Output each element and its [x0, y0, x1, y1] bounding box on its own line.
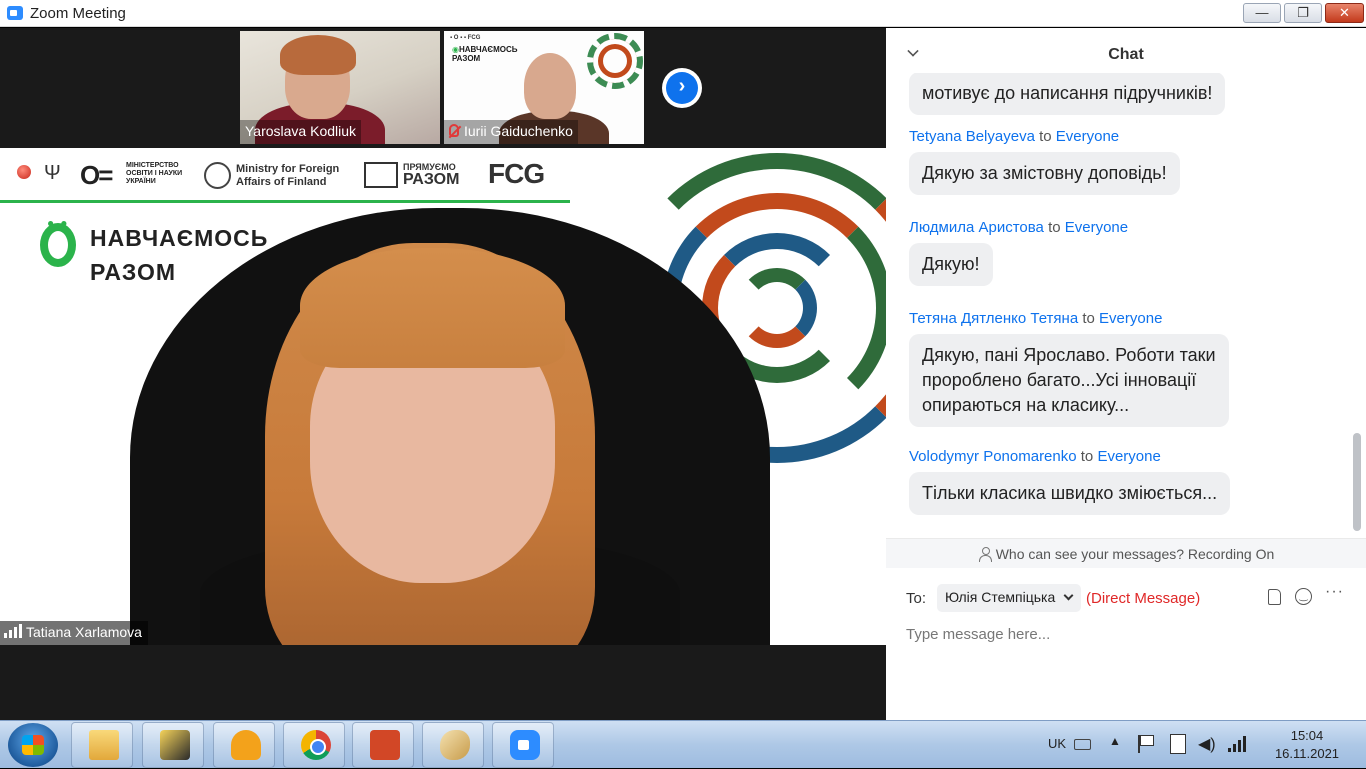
chat-scrollbar[interactable] — [1352, 86, 1362, 541]
device-icon[interactable] — [1170, 734, 1186, 754]
slide-banner: ▪ O ▪ ▪ FCG — [450, 35, 481, 41]
more-options-icon[interactable]: ··· — [1325, 583, 1344, 601]
volume-icon[interactable]: ◀) — [1198, 734, 1216, 754]
chat-message: Тетяна Дятленко Тетяна to Everyone Дякую… — [909, 310, 1229, 427]
taskbar-chrome[interactable] — [283, 722, 345, 768]
taskbar-paint[interactable] — [422, 722, 484, 768]
ministry-logo-icon: O= — [80, 160, 113, 190]
keyboard-icon[interactable] — [1074, 739, 1091, 750]
participant-name-label: Yaroslava Kodliuk — [240, 120, 362, 144]
message-header: Тетяна Дятленко Тетяна to Everyone — [909, 310, 1163, 327]
taskbar-file-explorer[interactable] — [71, 722, 133, 768]
zoom-logo-icon — [7, 6, 23, 20]
brand-logo-icon — [40, 223, 76, 267]
active-speaker-video: Ψ O= МІНІСТЕРСТВО ОСВІТИ І НАУКИ УКРАЇНИ… — [0, 148, 886, 645]
participant-hair — [280, 35, 356, 75]
taskbar-app[interactable] — [142, 722, 204, 768]
scrollbar-thumb[interactable] — [1353, 433, 1361, 531]
chrome-icon — [301, 730, 331, 760]
folder-icon — [89, 730, 119, 760]
taskbar: UK ▲ ◀) 15:04 16.11.2021 — [0, 720, 1366, 768]
finland-logo-text: Ministry for Foreign Affairs of Finland — [236, 163, 340, 188]
mic-muted-icon — [449, 124, 459, 137]
message-bubble[interactable]: Дякую, пані Ярославо. Роботи таки пророб… — [909, 334, 1229, 427]
chat-header: Chat — [886, 28, 1366, 73]
chat-message: Tetyana Belyayeva to Everyone Дякую за з… — [909, 128, 1180, 195]
participant-name-label: Iurii Gaiduchenko — [444, 120, 578, 144]
chat-message: мотивує до написання підручників! — [909, 73, 1226, 115]
slide-divider — [0, 200, 570, 203]
privacy-notice[interactable]: Who can see your messages? Recording On — [886, 538, 1366, 568]
speaker-name-label: Tatiana Xarlamova — [0, 621, 148, 645]
taskbar-powerpoint[interactable] — [352, 722, 414, 768]
participant-video-thumbnail[interactable]: ▪ O ▪ ▪ FCG ◉НАВЧАЄМОСЬ РАЗОМ Iurii Gaid… — [444, 31, 644, 144]
app-icon — [160, 730, 190, 760]
maximize-button[interactable]: ❐ — [1284, 3, 1322, 23]
zoom-icon — [510, 730, 540, 760]
video-area: Yaroslava Kodliuk ▪ O ▪ ▪ FCG ◉НАВЧАЄМОС… — [0, 28, 886, 720]
message-bubble[interactable]: Дякую! — [909, 243, 993, 286]
participant-face — [524, 53, 576, 119]
chat-messages: мотивує до написання підручників! Tetyan… — [886, 73, 1366, 538]
chat-message: Людмила Аристова to Everyone Дякую! — [909, 219, 1128, 286]
fcg-logo: FCG — [488, 158, 545, 189]
message-bubble[interactable]: мотивує до написання підручників! — [909, 73, 1226, 115]
emoji-icon[interactable]: ‿ — [1295, 588, 1312, 605]
action-center-flag-icon[interactable] — [1138, 735, 1154, 753]
spiral-graphic — [587, 33, 643, 89]
message-bubble[interactable]: Дякую за змістовну доповідь! — [909, 152, 1180, 195]
message-header: Людмила Аристова to Everyone — [909, 219, 1129, 236]
taskbar-pdf[interactable] — [213, 722, 275, 768]
show-hidden-icons-icon[interactable]: ▲ — [1109, 734, 1121, 748]
minimize-button[interactable]: — — [1243, 3, 1281, 23]
title-bar: Zoom Meeting — ❐ ✕ — [0, 0, 1366, 27]
paint-icon — [440, 730, 470, 760]
language-indicator[interactable]: UK — [1048, 736, 1066, 751]
powerpoint-icon — [370, 730, 400, 760]
eu-flag-icon — [364, 162, 398, 188]
connection-signal-icon — [4, 624, 22, 638]
pdf-icon — [231, 730, 261, 760]
taskbar-zoom[interactable] — [492, 722, 554, 768]
user-icon — [978, 547, 992, 562]
slide-brand-logo: ◉НАВЧАЄМОСЬ РАЗОМ — [452, 45, 518, 63]
recipient-dropdown[interactable]: Юлія Стемпіцька — [937, 584, 1082, 612]
finland-emblem-icon — [204, 162, 231, 189]
chat-compose: To: Юлія Стемпіцька (Direct Message) ‿ ·… — [886, 578, 1366, 720]
pryamuemo-logo: ПРЯМУЄМО РАЗОМ — [403, 162, 460, 188]
trident-emblem-icon: Ψ — [44, 162, 61, 184]
recording-icon — [17, 165, 31, 179]
network-signal-icon[interactable] — [1228, 736, 1246, 752]
close-button[interactable]: ✕ — [1325, 3, 1364, 23]
file-icon[interactable] — [1268, 589, 1281, 605]
system-tray: UK ▲ ◀) 15:04 16.11.2021 — [1040, 721, 1366, 769]
clock[interactable]: 15:04 16.11.2021 — [1262, 727, 1352, 763]
participant-video-thumbnail[interactable]: Yaroslava Kodliuk — [240, 31, 440, 144]
chat-title: Chat — [1108, 46, 1144, 63]
participant-thumbnail-strip: Yaroslava Kodliuk ▪ O ▪ ▪ FCG ◉НАВЧАЄМОС… — [0, 28, 886, 148]
chat-panel: Chat мотивує до написання підручників! T… — [886, 28, 1366, 720]
ministry-logo-text: МІНІСТЕРСТВО ОСВІТИ І НАУКИ УКРАЇНИ — [126, 162, 183, 185]
next-page-button[interactable]: › — [662, 68, 702, 108]
direct-message-label: (Direct Message) — [1086, 590, 1201, 607]
message-bubble[interactable]: Тільки класика швидко зміюється... — [909, 472, 1231, 515]
window-title: Zoom Meeting — [30, 5, 126, 22]
to-label: To: — [906, 590, 927, 607]
message-header: Tetyana Belyayeva to Everyone — [909, 128, 1120, 145]
chat-message: Volodymyr Ponomarenko to Everyone Тільки… — [909, 448, 1231, 515]
chevron-down-icon — [1063, 590, 1074, 601]
speaker-bangs — [300, 248, 565, 368]
message-input[interactable] — [906, 623, 1346, 645]
start-button[interactable] — [8, 723, 58, 767]
message-header: Volodymyr Ponomarenko to Everyone — [909, 448, 1161, 465]
